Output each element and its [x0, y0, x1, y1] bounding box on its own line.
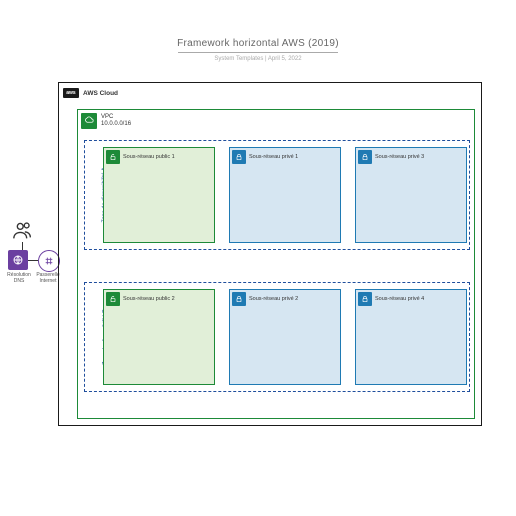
subnet-public-2: Sous-réseau public 2	[103, 289, 215, 385]
dns-icon	[8, 250, 28, 270]
connector	[28, 260, 38, 261]
lock-open-icon	[106, 150, 120, 164]
subnet-private-2: Sous-réseau privé 2	[229, 289, 341, 385]
subnet-name: Sous-réseau public 2	[123, 296, 175, 302]
diagram-title: Framework horizontal AWS (2019)	[0, 38, 516, 49]
subnet-label: Sous-réseau privé 2	[232, 292, 298, 306]
lock-icon	[232, 292, 246, 306]
subnet-name: Sous-réseau privé 1	[249, 154, 298, 160]
aws-cloud-text: AWS Cloud	[83, 90, 118, 97]
aws-cloud-label: aws AWS Cloud	[63, 87, 118, 99]
dns-label: Résolution DNS	[4, 273, 34, 284]
subnet-label: Sous-réseau public 2	[106, 292, 175, 306]
subnet-public-1: Sous-réseau public 1	[103, 147, 215, 243]
internet-gateway-icon	[38, 250, 60, 272]
vpc-icon	[81, 113, 97, 129]
subnet-private-4: Sous-réseau privé 4	[355, 289, 467, 385]
subnet-label: Sous-réseau privé 1	[232, 150, 298, 164]
subnet-private-1: Sous-réseau privé 1	[229, 147, 341, 243]
title-underline	[178, 52, 338, 53]
lock-icon	[358, 292, 372, 306]
subnet-label: Sous-réseau public 1	[106, 150, 175, 164]
lock-icon	[232, 150, 246, 164]
diagram-subtitle: System Templates | April 5, 2022	[0, 56, 516, 62]
subnet-name: Sous-réseau privé 3	[375, 154, 424, 160]
vpc-cidr: 10.0.0.0/16	[101, 121, 131, 128]
subnet-private-3: Sous-réseau privé 3	[355, 147, 467, 243]
connector	[22, 242, 23, 250]
vpc-name: VPC	[101, 114, 131, 121]
lock-open-icon	[106, 292, 120, 306]
subnet-label: Sous-réseau privé 4	[358, 292, 424, 306]
vpc-text: VPC 10.0.0.0/16	[101, 114, 131, 128]
vpc: VPC 10.0.0.0/16 Zone de disponibilité A …	[77, 109, 475, 419]
availability-zone-a: Zone de disponibilité A Sous-réseau publ…	[84, 140, 470, 250]
diagram-header: Framework horizontal AWS (2019) System T…	[0, 38, 516, 62]
lock-icon	[358, 150, 372, 164]
vpc-label: VPC 10.0.0.0/16	[81, 113, 131, 129]
subnet-name: Sous-réseau public 1	[123, 154, 175, 160]
aws-cloud: aws AWS Cloud VPC 10.0.0.0/16 Zone de di…	[58, 82, 482, 426]
subnet-label: Sous-réseau privé 3	[358, 150, 424, 164]
subnet-name: Sous-réseau privé 4	[375, 296, 424, 302]
availability-zone-b: Zone de disponibilité B Sous-réseau publ…	[84, 282, 470, 392]
users-icon	[12, 220, 34, 242]
aws-logo-icon: aws	[63, 88, 79, 98]
subnet-name: Sous-réseau privé 2	[249, 296, 298, 302]
